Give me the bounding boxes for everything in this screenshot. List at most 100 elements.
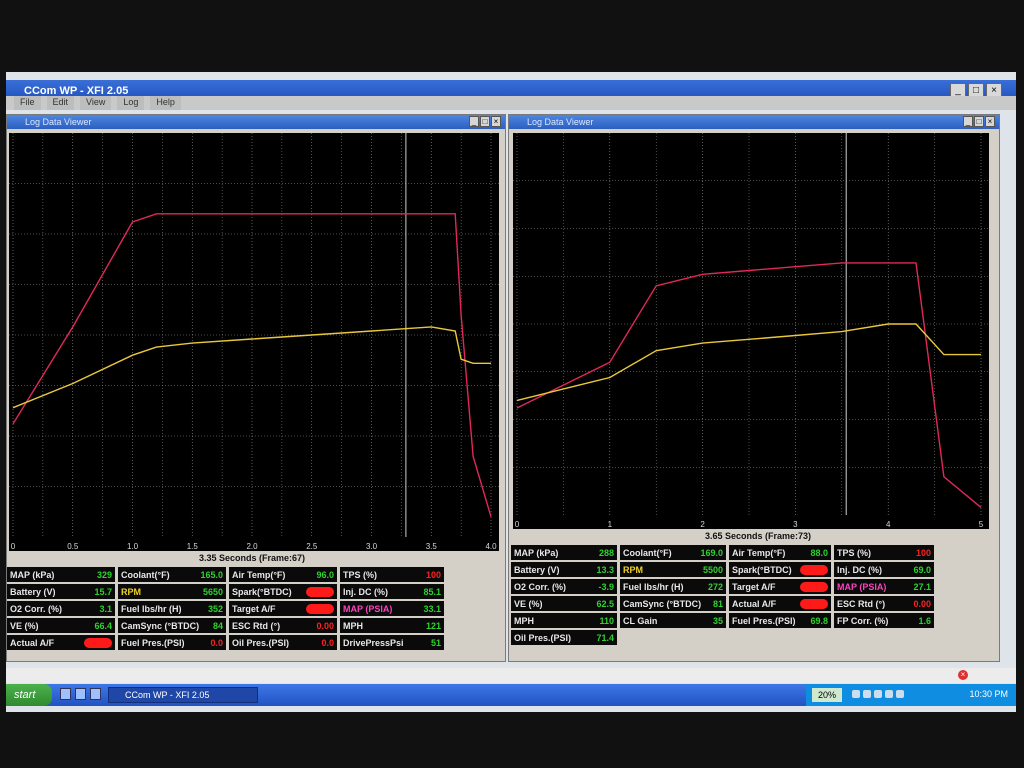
param-value: 15.7 (94, 586, 112, 597)
menu-log[interactable]: Log (117, 96, 145, 110)
param-label: O2 Corr. (%) (514, 581, 567, 592)
param-cell: O2 Corr. (%) 3.1 (7, 601, 115, 616)
desktop-icon[interactable] (75, 688, 86, 700)
param-value: -3.9 (598, 581, 614, 592)
right-pane-title: Log Data Viewer (527, 117, 594, 127)
param-label: Actual A/F (732, 598, 777, 609)
x-tick-label: 1.5 (187, 542, 199, 551)
param-label: Fuel lbs/hr (H) (121, 603, 182, 614)
right-pane-restore-button[interactable]: □ (974, 116, 984, 127)
param-value: 100 (425, 569, 441, 580)
param-cell: MAP (PSIA) 33.1 (340, 601, 444, 616)
param-label: Inj. DC (%) (343, 586, 388, 597)
param-value: 352 (207, 603, 223, 614)
menu-edit[interactable]: Edit (46, 96, 75, 110)
taskbar: start CCom WP - XFI 2.05 20% 10:30 PM (6, 684, 1016, 706)
start-button[interactable]: start (6, 684, 52, 706)
x-tick-label: 0 (515, 520, 520, 529)
close-icon[interactable]: × (958, 670, 968, 680)
param-value: 3.1 (99, 603, 112, 614)
ie-icon[interactable] (60, 688, 71, 700)
right-param-grid: MAP (kPa) 288 Coolant(°F) 169.0 Air Temp(°F)… (511, 545, 991, 645)
x-tick-label: 2.5 (306, 542, 318, 551)
param-value (306, 586, 334, 597)
update-icon[interactable] (885, 690, 893, 698)
left-time-label: 3.35 Seconds (Frame:67) (199, 553, 306, 563)
param-value (84, 637, 112, 648)
power-icon[interactable] (896, 690, 904, 698)
param-cell: Battery (V) 15.7 (7, 584, 115, 599)
menu-file[interactable]: File (14, 96, 41, 110)
param-value: 5500 (702, 564, 723, 575)
left-chart[interactable]: 0 0.5 1.0 1.5 2.0 2.5 3.0 3.5 4.0 (9, 133, 499, 551)
param-label: MAP (kPa) (514, 547, 559, 558)
menu-bar: File Edit View Log Help (6, 96, 1016, 110)
left-pane-minimize-button[interactable]: _ (469, 116, 479, 127)
menu-help[interactable]: Help (150, 96, 181, 110)
status-bar: × (6, 668, 1016, 683)
param-cell: Battery (V) 13.3 (511, 562, 617, 577)
param-label: ESC Rtd (°) (837, 598, 886, 609)
right-log-viewer: Log Data Viewer _ □ × 0 1 2 3 4 5 3.65 Second… (508, 114, 1000, 662)
param-cell: Air Temp(°F) 88.0 (729, 545, 831, 560)
right-pane-controls: _ □ × (963, 116, 995, 127)
tray-icons (852, 690, 904, 698)
param-label: Oil Pres.(PSI) (232, 637, 290, 648)
param-label: Battery (V) (10, 586, 56, 597)
param-cell: MPH 110 (511, 613, 617, 628)
param-label: MAP (kPa) (10, 569, 55, 580)
param-label: Actual A/F (10, 637, 55, 648)
param-cell: Spark(°BTDC) (229, 584, 337, 599)
network-icon[interactable] (852, 690, 860, 698)
param-value: 288 (598, 547, 614, 558)
quick-launch (60, 688, 101, 700)
param-label: Fuel Pres.(PSI) (732, 615, 796, 626)
param-cell: TPS (%) 100 (834, 545, 934, 560)
battery-percent[interactable]: 20% (812, 688, 842, 702)
left-param-grid: MAP (kPa) 329 Coolant(°F) 165.0 Air Temp(°F)… (7, 567, 505, 650)
x-tick-label: 0 (11, 542, 16, 551)
x-tick-label: 2.0 (246, 542, 258, 551)
right-pane-close-button[interactable]: × (985, 116, 995, 127)
param-label: Spark(°BTDC) (232, 586, 292, 597)
param-cell: Fuel lbs/hr (H) 272 (620, 579, 726, 594)
left-pane-close-button[interactable]: × (491, 116, 501, 127)
param-label: ESC Rtd (°) (232, 620, 281, 631)
right-pane-minimize-button[interactable]: _ (963, 116, 973, 127)
param-value: 35 (712, 615, 723, 626)
volume-icon[interactable] (863, 690, 871, 698)
param-cell: Coolant(°F) 165.0 (118, 567, 226, 582)
param-label: MAP (PSIA) (837, 581, 887, 592)
left-pane-title: Log Data Viewer (25, 117, 92, 127)
right-chart[interactable]: 0 1 2 3 4 5 (513, 133, 989, 529)
param-value: 85.1 (423, 586, 441, 597)
param-cell: O2 Corr. (%) -3.9 (511, 579, 617, 594)
param-cell: MAP (kPa) 288 (511, 545, 617, 560)
screen: CCom WP - XFI 2.05 _ □ × File Edit View … (6, 72, 1016, 712)
param-value (800, 564, 828, 575)
x-tick-label: 3.5 (426, 542, 438, 551)
param-value: 88.0 (810, 547, 828, 558)
param-value: 5650 (202, 586, 223, 597)
param-cell: CL Gain 35 (620, 613, 726, 628)
param-value: 110 (599, 615, 614, 626)
menu-view[interactable]: View (80, 96, 112, 110)
param-cell: Air Temp(°F) 96.0 (229, 567, 337, 582)
left-pane-restore-button[interactable]: □ (480, 116, 490, 127)
param-label: Fuel Pres.(PSI) (121, 637, 185, 648)
param-cell: Target A/F (729, 579, 831, 594)
security-icon[interactable] (874, 690, 882, 698)
left-log-viewer: Log Data Viewer _ □ × 0 0.5 1.0 1.5 2.0 2.5 3.… (6, 114, 506, 662)
taskbar-app-button[interactable]: CCom WP - XFI 2.05 (108, 687, 258, 703)
left-pane-controls: _ □ × (469, 116, 501, 127)
x-tick-label: 1 (608, 520, 613, 529)
param-value (306, 603, 334, 614)
param-value (800, 581, 828, 592)
param-cell: MAP (kPa) 329 (7, 567, 115, 582)
param-cell: Oil Pres.(PSI) 71.4 (511, 630, 617, 645)
param-value: 1.6 (918, 615, 931, 626)
param-cell: Inj. DC (%) 85.1 (340, 584, 444, 599)
media-icon[interactable] (90, 688, 101, 700)
param-label: Target A/F (732, 581, 776, 592)
param-value: 69.0 (913, 564, 931, 575)
